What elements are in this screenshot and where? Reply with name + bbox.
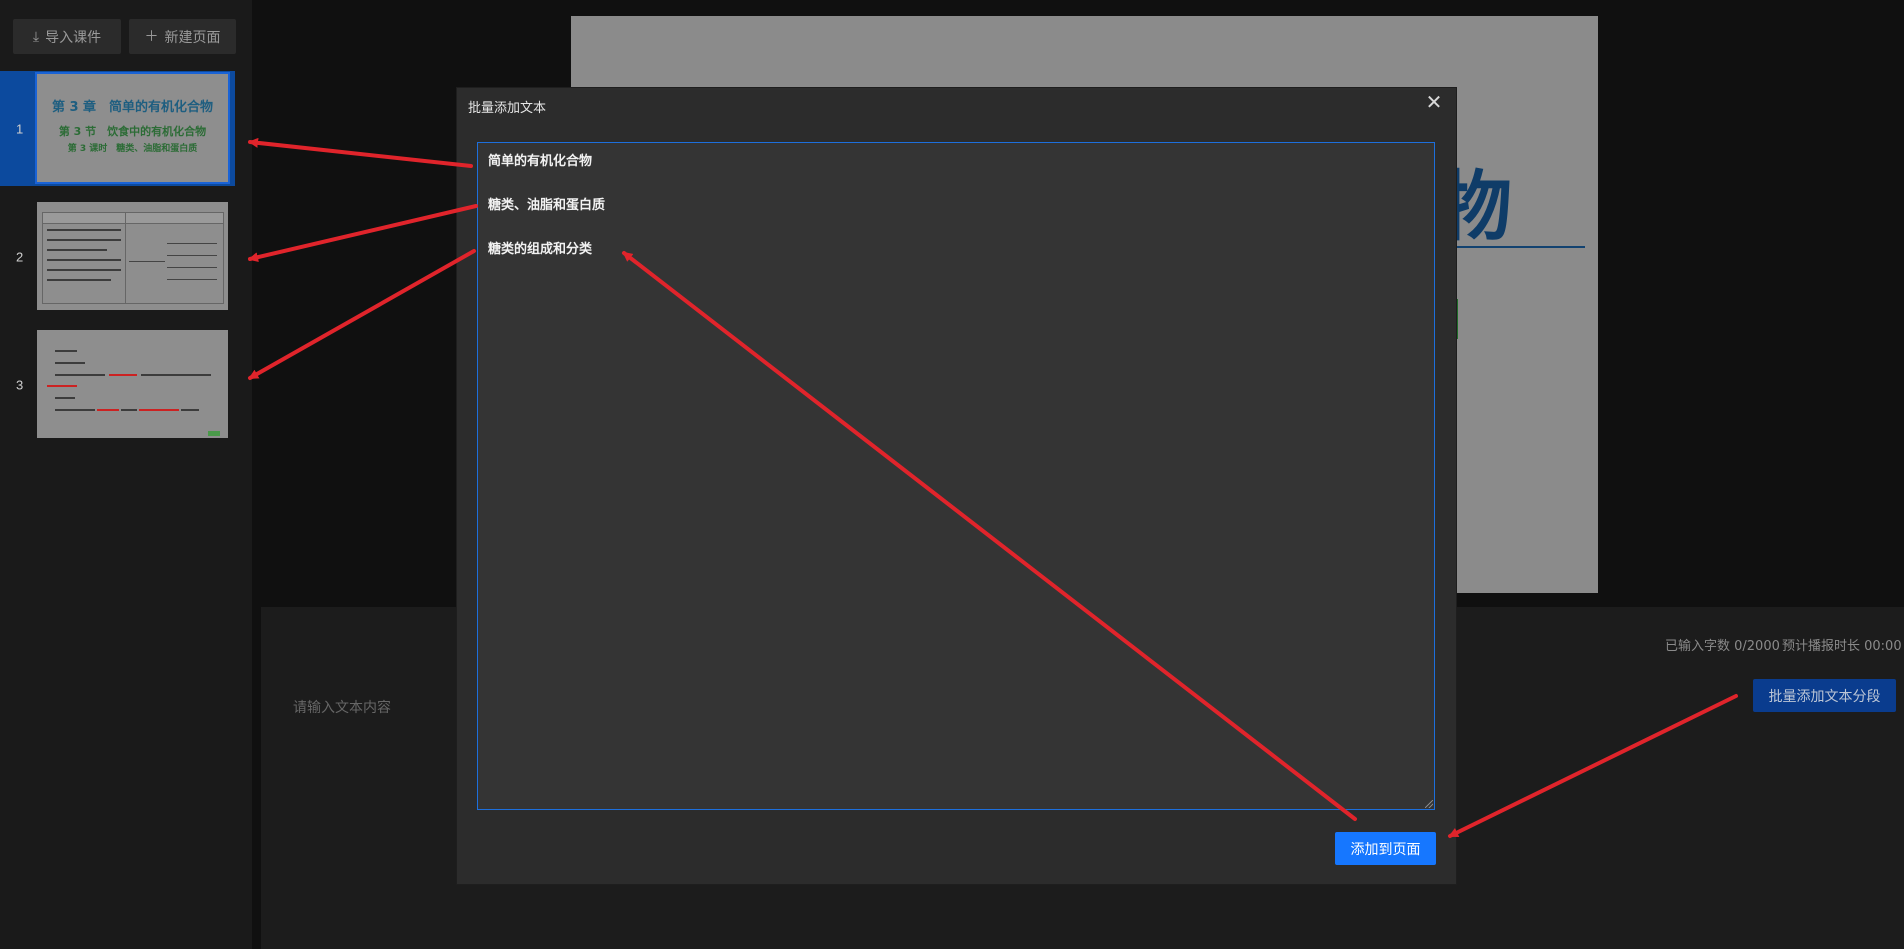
thumb-section-title: 第 3 节 饮食中的有机化合物: [58, 125, 207, 138]
thumb-text-line: [141, 374, 211, 376]
new-page-button[interactable]: ＋ 新建页面: [129, 19, 236, 54]
text-line: 简单的有机化合物: [488, 154, 593, 169]
resize-handle-icon[interactable]: [1425, 800, 1433, 808]
thumb-tree-line: [129, 261, 165, 262]
thumb-text-line: [55, 409, 95, 411]
thumb-highlight: [47, 385, 77, 387]
thumb-text-line: [121, 409, 137, 411]
thumb-text-line: [47, 269, 121, 271]
slide-panel: ⤓ 导入课件 ＋ 新建页面 1 第 3 章 简单的有机化合物 第 3 节 饮食中…: [0, 0, 252, 949]
text-line: 糖类的组成和分类: [488, 242, 593, 257]
thumb-tree-line: [167, 243, 217, 244]
thumb-highlight: [109, 374, 137, 376]
thumb-text-line: [47, 229, 121, 231]
arrow-to-slide-1: [248, 137, 473, 168]
thumb-text-line: [181, 409, 199, 411]
add-to-page-button[interactable]: 添加到页面: [1335, 832, 1436, 865]
slide-thumbnail: [37, 330, 228, 438]
thumb-text-line: [55, 374, 105, 376]
thumb-chapter-title: 第 3 章 简单的有机化合物: [51, 100, 214, 115]
thumb-table-header: [43, 213, 223, 224]
slide-thumbnail: [37, 202, 228, 310]
slide-number: 1: [16, 121, 24, 136]
dialog-title: 批量添加文本: [468, 101, 547, 116]
thumb-text-line: [47, 249, 107, 251]
slide-number: 3: [16, 377, 24, 392]
slide-item-1[interactable]: 1 第 3 章 简单的有机化合物 第 3 节 饮食中的有机化合物 第 3 课时 …: [0, 71, 235, 186]
thumb-highlight: [97, 409, 119, 411]
import-courseware-button[interactable]: ⤓ 导入课件: [13, 19, 121, 54]
download-icon: ⤓: [32, 28, 40, 45]
thumb-text-line: [55, 350, 77, 352]
thumb-highlight: [139, 409, 179, 411]
arrow-to-slide-3: [248, 249, 476, 380]
thumb-table: [42, 212, 224, 304]
thumb-text-line: [47, 279, 111, 281]
thumb-text-line: [47, 259, 121, 261]
slide-item-3[interactable]: 3: [0, 327, 235, 442]
plus-icon: ＋: [144, 28, 159, 45]
close-icon[interactable]: ✕: [1422, 91, 1446, 115]
thumb-badge: [208, 431, 220, 436]
batch-text-input[interactable]: 简单的有机化合物 糖类、油脂和蛋白质 糖类的组成和分类: [477, 142, 1435, 810]
thumb-tree-line: [167, 255, 217, 256]
slide-item-2[interactable]: 2: [0, 199, 235, 314]
text-content-placeholder[interactable]: 请输入文本内容: [293, 697, 391, 717]
import-courseware-label: 导入课件: [45, 29, 102, 46]
char-count: 已输入字数 0/2000: [1665, 639, 1780, 654]
new-page-label: 新建页面: [164, 29, 221, 46]
thumb-text-line: [47, 239, 121, 241]
slide-number: 2: [16, 249, 24, 264]
estimated-duration: 预计播报时长 00:00: [1782, 639, 1902, 654]
thumb-tree-line: [167, 267, 217, 268]
text-line: 糖类、油脂和蛋白质: [488, 198, 606, 213]
batch-add-text-dialog: 批量添加文本 ✕ 简单的有机化合物 糖类、油脂和蛋白质 糖类的组成和分类 添加到…: [457, 88, 1456, 884]
thumb-text-line: [55, 362, 85, 364]
thumb-text-line: [55, 397, 75, 399]
thumb-lesson-title: 第 3 课时 糖类、油脂和蛋白质: [67, 144, 198, 154]
thumb-tree-line: [167, 279, 217, 280]
slide-thumbnail: 第 3 章 简单的有机化合物 第 3 节 饮食中的有机化合物 第 3 课时 糖类…: [35, 72, 230, 184]
thumb-table-divider: [125, 213, 126, 303]
batch-add-segments-button[interactable]: 批量添加文本分段: [1753, 679, 1896, 712]
arrow-to-slide-2: [248, 204, 478, 263]
